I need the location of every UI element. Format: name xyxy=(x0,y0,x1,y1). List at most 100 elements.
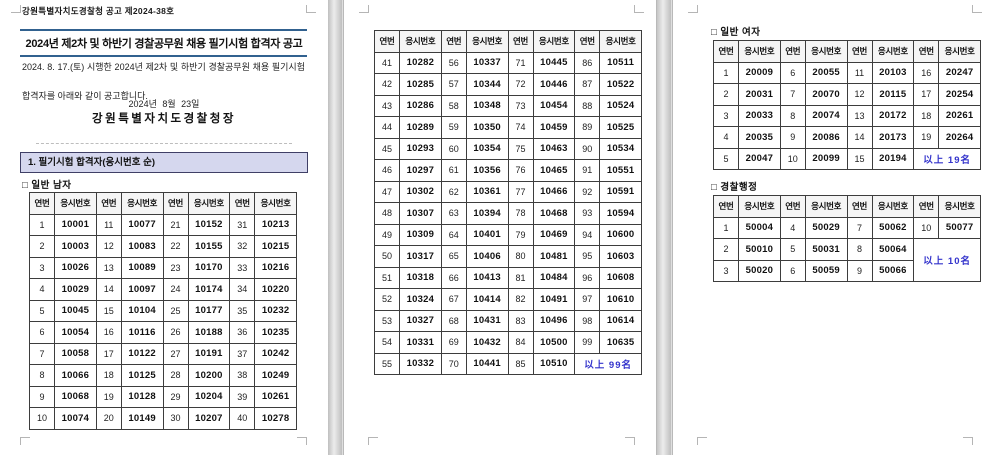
applicant-number-cell: 50077 xyxy=(939,217,981,239)
table-row: 4710302621036177104669210591 xyxy=(375,181,642,203)
serial-number-cell: 9 xyxy=(780,127,805,149)
applicant-number-cell: 20247 xyxy=(939,62,981,84)
table-row: 4910309641040179104699410600 xyxy=(375,224,642,246)
serial-number-cell: 18 xyxy=(96,365,121,387)
serial-number-cell: 11 xyxy=(847,62,872,84)
serial-number-cell: 4 xyxy=(780,217,805,239)
applicant-number-cell: 10307 xyxy=(400,203,442,225)
applicant-number-cell: 10468 xyxy=(533,203,575,225)
table-row: 12000962005511201031620247 xyxy=(714,62,981,84)
serial-number-cell: 6 xyxy=(780,62,805,84)
applicant-number-cell: 10125 xyxy=(121,365,163,387)
applicant-number-cell: 50010 xyxy=(739,239,781,261)
applicant-number-cell: 10242 xyxy=(255,343,297,365)
applicant-number-cell: 10215 xyxy=(255,236,297,258)
serial-number-cell: 26 xyxy=(163,322,188,344)
serial-number-cell: 23 xyxy=(163,257,188,279)
serial-number-cell: 11 xyxy=(96,214,121,236)
applicant-number-cell: 10331 xyxy=(400,332,442,354)
applicant-number-cell: 10401 xyxy=(466,224,508,246)
applicant-number-cell: 10534 xyxy=(600,138,642,160)
applicant-number-cell: 10356 xyxy=(466,160,508,182)
table-row: 1010074201014930102074010278 xyxy=(30,408,297,430)
serial-number-cell: 21 xyxy=(163,214,188,236)
serial-number-cell: 15 xyxy=(96,300,121,322)
applicant-number-cell: 10200 xyxy=(188,365,230,387)
serial-number-cell: 52 xyxy=(375,289,400,311)
applicant-number-cell: 10003 xyxy=(55,236,97,258)
column-header: 응시번호 xyxy=(600,31,642,53)
applicant-number-cell: 10350 xyxy=(466,117,508,139)
textarea-corner-mark xyxy=(297,437,307,445)
column-header: 연번 xyxy=(914,41,939,63)
applicant-number-cell: 10207 xyxy=(188,408,230,430)
applicant-number-cell: 10068 xyxy=(55,386,97,408)
serial-number-cell: 96 xyxy=(575,267,600,289)
applicant-number-cell: 20033 xyxy=(739,105,781,127)
serial-number-cell: 9 xyxy=(30,386,55,408)
serial-number-cell: 64 xyxy=(441,224,466,246)
applicant-number-cell: 10394 xyxy=(466,203,508,225)
page-3: □ 일반 여자 연번응시번호연번응시번호연번응시번호연번응시번호12000962… xyxy=(672,0,1000,455)
table-row: 910068191012829102043910261 xyxy=(30,386,297,408)
applicant-number-cell: 10332 xyxy=(400,353,442,375)
applicant-number-cell: 10522 xyxy=(600,74,642,96)
applicant-number-cell: 10302 xyxy=(400,181,442,203)
serial-number-cell: 65 xyxy=(441,246,466,268)
applicant-number-cell: 10282 xyxy=(400,52,442,74)
applicant-number-cell: 50062 xyxy=(872,217,914,239)
applicant-number-cell: 10149 xyxy=(121,408,163,430)
notice-number: 강원특별자치도경찰청 공고 제2024-38호 xyxy=(22,5,174,17)
applicant-number-cell: 10152 xyxy=(188,214,230,236)
serial-number-cell: 13 xyxy=(96,257,121,279)
applicant-number-cell: 10337 xyxy=(466,52,508,74)
paragraph-line-1: 2024. 8. 17.(토) 시행한 2024년 제2차 및 하반기 경찰공무… xyxy=(22,60,305,89)
applicant-number-cell: 10441 xyxy=(466,353,508,375)
serial-number-cell: 71 xyxy=(508,52,533,74)
serial-number-cell: 2 xyxy=(714,84,739,106)
serial-number-cell: 6 xyxy=(30,322,55,344)
serial-number-cell: 78 xyxy=(508,203,533,225)
column-header: 응시번호 xyxy=(872,196,914,218)
serial-number-cell: 14 xyxy=(847,127,872,149)
serial-number-cell: 18 xyxy=(914,105,939,127)
applicant-number-cell: 10344 xyxy=(466,74,508,96)
serial-number-cell: 41 xyxy=(375,52,400,74)
serial-number-cell: 61 xyxy=(441,160,466,182)
serial-number-cell: 83 xyxy=(508,310,533,332)
serial-number-cell: 62 xyxy=(441,181,466,203)
applicant-number-cell: 10097 xyxy=(121,279,163,301)
applicant-number-cell: 20103 xyxy=(872,62,914,84)
serial-number-cell: 90 xyxy=(575,138,600,160)
table-row: 5110318661041381104849610608 xyxy=(375,267,642,289)
table-row: 4110282561033771104458610511 xyxy=(375,52,642,74)
column-header: 연번 xyxy=(714,41,739,63)
applicant-number-cell: 20099 xyxy=(805,148,847,170)
serial-number-cell: 19 xyxy=(914,127,939,149)
applicant-number-cell: 10216 xyxy=(255,257,297,279)
serial-number-cell: 12 xyxy=(96,236,121,258)
serial-number-cell: 8 xyxy=(30,365,55,387)
serial-number-cell: 1 xyxy=(30,214,55,236)
textarea-corner-mark xyxy=(963,437,973,445)
total-count-cell: 以上 99名 xyxy=(575,353,642,375)
column-header: 응시번호 xyxy=(939,196,981,218)
serial-number-cell: 32 xyxy=(230,236,255,258)
applicant-number-cell: 10413 xyxy=(466,267,508,289)
column-header: 연번 xyxy=(575,31,600,53)
serial-number-cell: 79 xyxy=(508,224,533,246)
applicant-number-cell: 20115 xyxy=(872,84,914,106)
label-general-female: □ 일반 여자 xyxy=(711,24,760,38)
applicant-number-cell: 10297 xyxy=(400,160,442,182)
table-row: 210003121008322101553210215 xyxy=(30,236,297,258)
applicant-number-cell: 10077 xyxy=(121,214,163,236)
applicant-number-cell: 10600 xyxy=(600,224,642,246)
applicant-number-cell: 10610 xyxy=(600,289,642,311)
applicant-number-cell: 10524 xyxy=(600,95,642,117)
serial-number-cell: 76 xyxy=(508,160,533,182)
document-viewer-canvas: 강원특별자치도경찰청 공고 제2024-38호 2024년 제2차 및 하반기 … xyxy=(0,0,1000,455)
serial-number-cell: 16 xyxy=(96,322,121,344)
serial-number-cell: 16 xyxy=(914,62,939,84)
column-header: 응시번호 xyxy=(805,196,847,218)
column-header: 응시번호 xyxy=(255,193,297,215)
